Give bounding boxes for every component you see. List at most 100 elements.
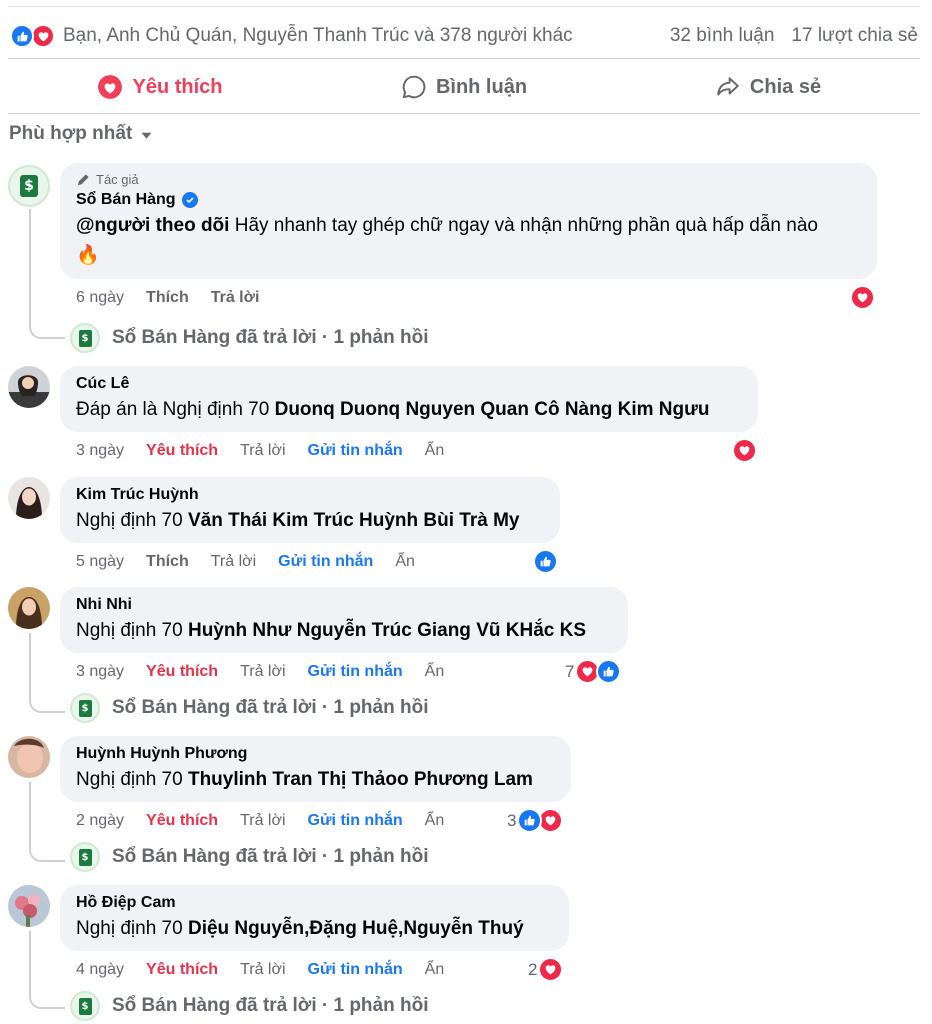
author-badge-label: Tác giả xyxy=(96,172,139,187)
user-avatar[interactable] xyxy=(8,477,50,519)
reply-summary-text: Sổ Bán Hàng đã trả lời · 1 phản hồi xyxy=(112,995,429,1016)
love-action[interactable]: Yêu thích xyxy=(146,442,218,460)
page-avatar-small: $ xyxy=(70,991,100,1021)
comment-time[interactable]: 4 ngày xyxy=(76,961,124,979)
comment-bubble-icon xyxy=(402,75,426,99)
reply-action[interactable]: Trả lời xyxy=(211,289,260,307)
love-action[interactable]: Yêu thích xyxy=(146,961,218,979)
share-arrow-icon xyxy=(717,77,739,96)
hide-action[interactable]: Ẩn xyxy=(425,442,445,460)
user-avatar[interactable] xyxy=(8,885,50,927)
page-avatar-small: $ xyxy=(70,323,100,353)
love-reaction-icon xyxy=(538,808,564,833)
user-avatar[interactable] xyxy=(8,736,50,778)
commenter-name[interactable]: Sổ Bán Hàng xyxy=(76,191,861,209)
comment-body-bold: Thuylinh Tran Thị Thảoo Phương Lam xyxy=(187,769,533,790)
reply-action[interactable]: Trả lời xyxy=(240,442,285,460)
comment-body-bold: Duonq Duonq Nguyen Quan Cô Nàng Kim Ngưu xyxy=(274,399,710,420)
comment-body: Nghị định 70 xyxy=(76,620,188,641)
user-avatar[interactable] xyxy=(8,587,50,629)
reply-summary-text: Sổ Bán Hàng đã trả lời · 1 phản hồi xyxy=(112,327,429,348)
reply-action[interactable]: Trả lời xyxy=(211,553,256,571)
avatar-photo xyxy=(8,477,50,519)
comment-reactions[interactable] xyxy=(533,549,558,574)
reaction-count: 7 xyxy=(565,661,575,681)
reply-summary[interactable]: $ Sổ Bán Hàng đã trả lời · 1 phản hồi xyxy=(70,693,428,723)
hide-action[interactable]: Ẩn xyxy=(395,553,415,571)
comment-text: Đáp án là Nghị định 70 Duonq Duonq Nguye… xyxy=(76,395,742,425)
like-reaction-icon xyxy=(596,659,622,684)
like-action[interactable]: Thích xyxy=(146,289,189,307)
send-message-action[interactable]: Gửi tin nhắn xyxy=(308,961,403,979)
comment-meta: 3 ngày Yêu thích Trả lời Gửi tin nhắn Ẩn xyxy=(76,442,466,460)
commenter-name[interactable]: Kim Trúc Huỳnh xyxy=(76,486,544,504)
comment-meta: 3 ngày Yêu thích Trả lời Gửi tin nhắn Ẩn xyxy=(76,663,466,681)
avatar-photo xyxy=(8,366,50,408)
love-action[interactable]: Yêu thích xyxy=(146,663,218,681)
comment-time[interactable]: 3 ngày xyxy=(76,442,124,460)
send-message-action[interactable]: Gửi tin nhắn xyxy=(308,442,403,460)
page-avatar[interactable]: $ xyxy=(8,165,50,207)
comments-count[interactable]: 32 bình luận xyxy=(670,25,775,47)
send-message-action[interactable]: Gửi tin nhắn xyxy=(278,553,373,571)
comment-reactions[interactable] xyxy=(732,438,757,463)
love-action[interactable]: Yêu thích xyxy=(146,812,218,830)
top-divider xyxy=(8,6,920,7)
money-ledger-icon: $ xyxy=(20,175,38,197)
mention-link[interactable]: @người theo dõi xyxy=(76,215,229,236)
comment-bubble: Hồ Điệp Cam Nghị định 70 Diệu Nguyễn,Đặn… xyxy=(60,885,569,951)
reply-thread-line xyxy=(29,931,65,1009)
heart-icon xyxy=(98,75,123,99)
like-action[interactable]: Thích xyxy=(146,553,189,571)
comment-sort-dropdown[interactable]: Phù hợp nhất xyxy=(9,123,153,145)
commenter-name[interactable]: Hồ Điệp Cam xyxy=(76,894,553,912)
reactors-names[interactable]: Bạn, Anh Chủ Quán, Nguyễn Thanh Trúc và … xyxy=(63,25,573,47)
send-message-action[interactable]: Gửi tin nhắn xyxy=(308,812,403,830)
reply-summary[interactable]: $ Sổ Bán Hàng đã trả lời · 1 phản hồi xyxy=(70,842,428,872)
comment-time[interactable]: 6 ngày xyxy=(76,289,124,307)
send-message-action[interactable]: Gửi tin nhắn xyxy=(308,663,403,681)
comment-button-label: Bình luận xyxy=(435,75,528,98)
comment-time[interactable]: 5 ngày xyxy=(76,553,124,571)
commenter-name[interactable]: Huỳnh Huỳnh Phương xyxy=(76,745,555,763)
pen-icon xyxy=(77,174,89,186)
verified-badge-icon xyxy=(181,192,198,208)
comment-body-bold: Huỳnh Như Nguyễn Trúc Giang Vũ KHắc KS xyxy=(187,620,586,641)
reply-action[interactable]: Trả lời xyxy=(240,961,285,979)
comment-time[interactable]: 2 ngày xyxy=(76,812,124,830)
love-reaction-icon xyxy=(538,957,564,982)
comment-reactions[interactable]: 3 xyxy=(507,808,564,833)
comment-reactions[interactable]: 2 xyxy=(528,957,564,982)
comment-meta: 2 ngày Yêu thích Trả lời Gửi tin nhắn Ẩn xyxy=(76,812,466,830)
comment-bubble: Tác giả Sổ Bán Hàng @người theo dõi Hãy … xyxy=(60,163,877,279)
comment-reactions[interactable] xyxy=(850,285,875,310)
comment-body-bold: Văn Thái Kim Trúc Huỳnh Bùi Trà My xyxy=(187,510,520,531)
page-avatar-small: $ xyxy=(70,842,100,872)
hide-action[interactable]: Ẩn xyxy=(425,812,445,830)
reply-summary[interactable]: $ Sổ Bán Hàng đã trả lời · 1 phản hồi xyxy=(70,991,428,1021)
fire-emoji: 🔥 xyxy=(76,245,100,266)
comment-time[interactable]: 3 ngày xyxy=(76,663,124,681)
like-reaction-icon xyxy=(10,24,34,48)
reply-thread-line xyxy=(29,782,65,862)
hide-action[interactable]: Ẩn xyxy=(425,663,445,681)
reply-thread-line xyxy=(29,209,65,339)
comment-bubble: Huỳnh Huỳnh Phương Nghị định 70 Thuylinh… xyxy=(60,736,571,802)
reply-action[interactable]: Trả lời xyxy=(240,812,285,830)
user-avatar[interactable] xyxy=(8,366,50,408)
love-button[interactable]: Yêu thích xyxy=(8,60,312,114)
comment-meta: 5 ngày Thích Trả lời Gửi tin nhắn Ẩn xyxy=(76,553,437,571)
reaction-icons[interactable] xyxy=(10,24,55,48)
comment-reactions[interactable]: 7 xyxy=(565,659,622,684)
comment-meta: 6 ngày Thích Trả lời xyxy=(76,289,281,307)
share-button[interactable]: Chia sẻ xyxy=(616,60,920,114)
hide-action[interactable]: Ẩn xyxy=(425,961,445,979)
comment-button[interactable]: Bình luận xyxy=(312,60,616,114)
commenter-name[interactable]: Cúc Lê xyxy=(76,375,742,393)
reply-action[interactable]: Trả lời xyxy=(240,663,285,681)
avatar-photo xyxy=(8,587,50,629)
commenter-name[interactable]: Nhi Nhi xyxy=(76,596,612,614)
reply-summary[interactable]: $ Sổ Bán Hàng đã trả lời · 1 phản hồi xyxy=(70,323,428,353)
shares-count[interactable]: 17 lượt chia sẻ xyxy=(791,25,918,47)
page-avatar-small: $ xyxy=(70,693,100,723)
